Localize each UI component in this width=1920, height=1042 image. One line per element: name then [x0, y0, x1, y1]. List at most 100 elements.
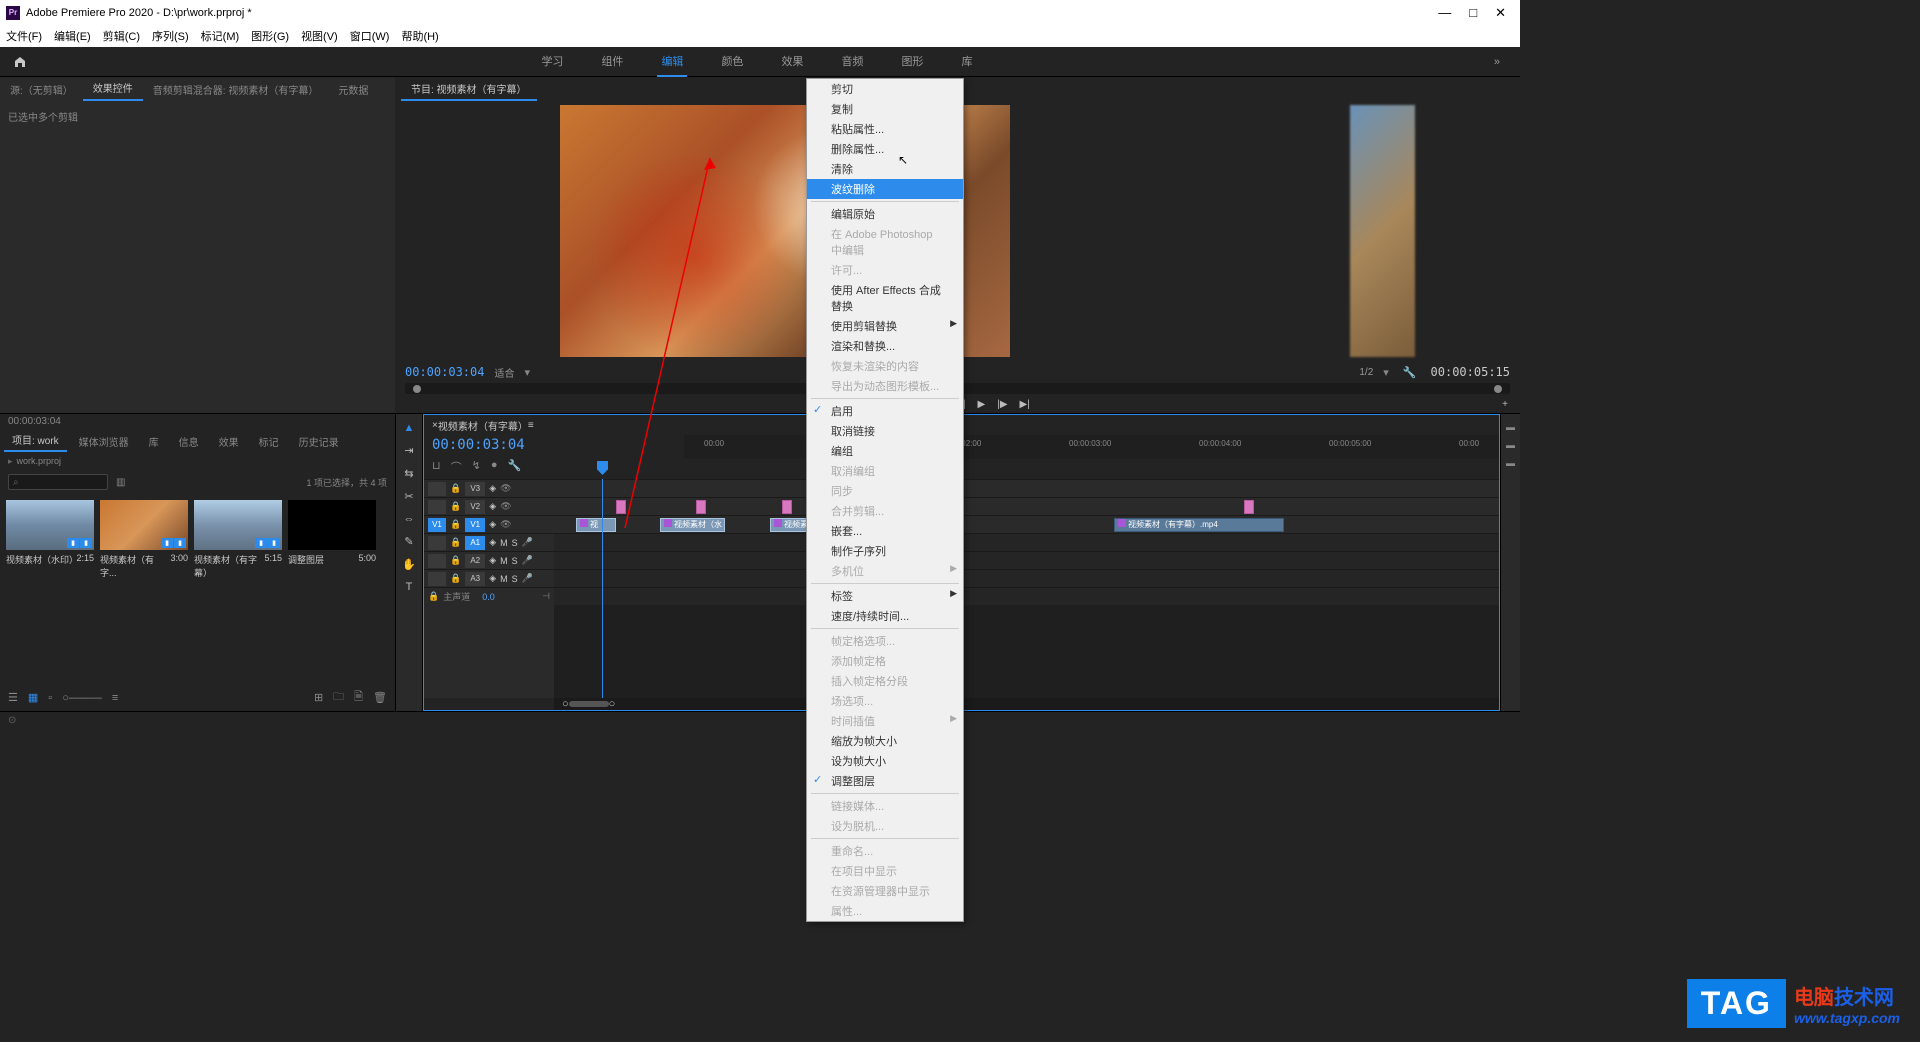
clear-icon[interactable]: 🗑	[373, 691, 387, 704]
workspace-assembly[interactable]: 组件	[597, 47, 627, 77]
menu-file[interactable]: 文件(F)	[6, 28, 42, 44]
project-item[interactable]: ▮▮ 视频素材（有字...3:00	[100, 500, 188, 579]
linked-selection-icon[interactable]: ⌒	[451, 459, 462, 475]
step-forward-icon[interactable]: |▶	[997, 399, 1007, 410]
context-menu-item[interactable]: 标签▶	[807, 586, 963, 606]
timeline-track-area[interactable]: 视 视频素材（水 视频素 视频素 视频素材（有字幕）.mp4	[554, 479, 1499, 698]
tab-project[interactable]: 项目: work	[4, 429, 67, 452]
zoom-slider[interactable]: ○———	[62, 692, 102, 704]
minimize-button[interactable]: —	[1438, 5, 1451, 21]
context-menu-item[interactable]: 使用剪辑替换▶	[807, 316, 963, 336]
context-menu-item[interactable]: 嵌套...	[807, 521, 963, 541]
tab-markers[interactable]: 标记	[251, 431, 287, 452]
type-tool-icon[interactable]: T	[406, 581, 413, 593]
menu-edit[interactable]: 编辑(E)	[54, 28, 91, 44]
slip-tool-icon[interactable]: ⇔	[404, 513, 415, 525]
ripple-edit-tool-icon[interactable]: ⇆	[404, 467, 413, 480]
track-header-v1[interactable]: V1🔒V1◈👁	[424, 515, 554, 533]
menu-clip[interactable]: 剪辑(C)	[103, 28, 140, 44]
breadcrumb[interactable]: work.prproj	[17, 456, 62, 466]
workspace-effects[interactable]: 效果	[777, 47, 807, 77]
playhead[interactable]	[602, 479, 603, 698]
tab-history[interactable]: 历史记录	[291, 431, 347, 452]
maximize-button[interactable]: □	[1469, 5, 1477, 21]
breadcrumb-arrow-icon[interactable]: ▸	[8, 456, 13, 467]
timeline-zoom-scroll[interactable]: ○○	[554, 698, 1499, 710]
context-menu-item[interactable]: 渲染和替换...	[807, 336, 963, 356]
clip-marker[interactable]	[1244, 500, 1254, 514]
context-menu-item[interactable]: 编组	[807, 441, 963, 461]
track-header-a3[interactable]: 🔒A3◈MS🎤	[424, 569, 554, 587]
video-clip[interactable]: 视频素材（有字幕）.mp4	[1114, 518, 1284, 532]
chevron-down-icon[interactable]: ▾	[1383, 366, 1389, 379]
context-menu-item[interactable]: ✓启用	[807, 401, 963, 421]
add-button-icon[interactable]: +	[1502, 399, 1508, 410]
track-header-a2[interactable]: 🔒A2◈MS🎤	[424, 551, 554, 569]
context-menu-item[interactable]: 编辑原始	[807, 204, 963, 224]
context-menu-item[interactable]: 设为帧大小	[807, 751, 963, 771]
menu-view[interactable]: 视图(V)	[301, 28, 338, 44]
freeform-view-icon[interactable]: ▫	[48, 692, 52, 704]
project-item[interactable]: ▮▮ 视频素材（水印）2:15	[6, 500, 94, 579]
timeline-timecode[interactable]: 00:00:03:04	[424, 435, 554, 455]
menu-sequence[interactable]: 序列(S)	[152, 28, 189, 44]
list-view-icon[interactable]: ☰	[8, 691, 18, 704]
context-menu-item[interactable]: 波纹删除	[807, 179, 963, 199]
clip-marker[interactable]	[696, 500, 706, 514]
goto-out-icon[interactable]: ▶|	[1020, 399, 1030, 410]
tab-media-browser[interactable]: 媒体浏览器	[71, 431, 137, 452]
razor-tool-icon[interactable]: ✂	[404, 490, 413, 503]
new-item-icon[interactable]: 🗎	[354, 688, 363, 707]
program-zoom-fit[interactable]: 适合	[494, 365, 514, 380]
tab-effects[interactable]: 效果	[211, 431, 247, 452]
project-search[interactable]: ⌕	[8, 474, 108, 490]
snap-icon[interactable]: ⊔	[432, 459, 441, 475]
video-clip[interactable]: 视频素材（水	[660, 518, 725, 532]
track-header-v3[interactable]: 🔒V3◈👁	[424, 479, 554, 497]
tab-effect-controls[interactable]: 效果控件	[83, 76, 143, 101]
chevron-down-icon[interactable]: ▾	[524, 366, 530, 379]
wrench-icon[interactable]: 🔧	[507, 459, 521, 475]
track-header-master[interactable]: 🔒主声道0.0⊣	[424, 587, 554, 605]
context-menu-item[interactable]: 制作子序列	[807, 541, 963, 561]
play-icon[interactable]: ▶	[978, 399, 986, 410]
video-clip[interactable]: 视	[576, 518, 616, 532]
tab-metadata[interactable]: 元数据	[328, 78, 378, 101]
clip-marker[interactable]	[782, 500, 792, 514]
workspace-color[interactable]: 颜色	[717, 47, 747, 77]
menu-window[interactable]: 窗口(W)	[350, 28, 390, 44]
selection-tool-icon[interactable]: ▲	[404, 422, 415, 434]
workspace-graphics[interactable]: 图形	[897, 47, 927, 77]
workspace-audio[interactable]: 音频	[837, 47, 867, 77]
context-menu-item[interactable]: 使用 After Effects 合成替换	[807, 280, 963, 316]
program-title[interactable]: 节目: 视频素材（有字幕）	[401, 77, 537, 101]
clip-marker[interactable]	[616, 500, 626, 514]
sequence-name[interactable]: 视频素材（有字幕）	[438, 418, 528, 433]
tab-audio-mixer[interactable]: 音频剪辑混合器: 视频素材（有字幕）	[143, 78, 329, 101]
workspace-overflow[interactable]: »	[1474, 56, 1520, 68]
sort-icon[interactable]: ≡	[112, 692, 118, 704]
settings-icon[interactable]: 🔧	[1403, 366, 1417, 379]
close-button[interactable]: ✕	[1495, 5, 1506, 21]
pen-tool-icon[interactable]: ✎	[404, 535, 413, 548]
tab-libraries[interactable]: 库	[141, 431, 167, 452]
tab-info[interactable]: 信息	[171, 431, 207, 452]
home-button[interactable]	[0, 55, 40, 69]
context-menu-item[interactable]: 取消链接	[807, 421, 963, 441]
track-header-a1[interactable]: 🔒A1◈MS🎤	[424, 533, 554, 551]
context-menu-item[interactable]: 速度/持续时间...	[807, 606, 963, 626]
context-menu-item[interactable]: 粘贴属性...	[807, 119, 963, 139]
context-menu-item[interactable]: 复制	[807, 99, 963, 119]
track-select-tool-icon[interactable]: ⇥	[404, 444, 413, 457]
project-item[interactable]: 调整图层5:00	[288, 500, 376, 579]
track-header-v2[interactable]: 🔒V2◈👁	[424, 497, 554, 515]
workspace-learn[interactable]: 学习	[537, 47, 567, 77]
context-menu-item[interactable]: 剪切	[807, 79, 963, 99]
menu-graphics[interactable]: 图形(G)	[251, 28, 289, 44]
settings-icon[interactable]: ●	[491, 459, 498, 475]
project-item[interactable]: ▮▮ 视频素材（有字幕）5:15	[194, 500, 282, 579]
context-menu-item[interactable]: 清除	[807, 159, 963, 179]
video-clip[interactable]: 视频素	[770, 518, 808, 532]
program-resolution[interactable]: 1/2	[1359, 367, 1373, 378]
filter-icon[interactable]: ▥	[116, 477, 125, 488]
